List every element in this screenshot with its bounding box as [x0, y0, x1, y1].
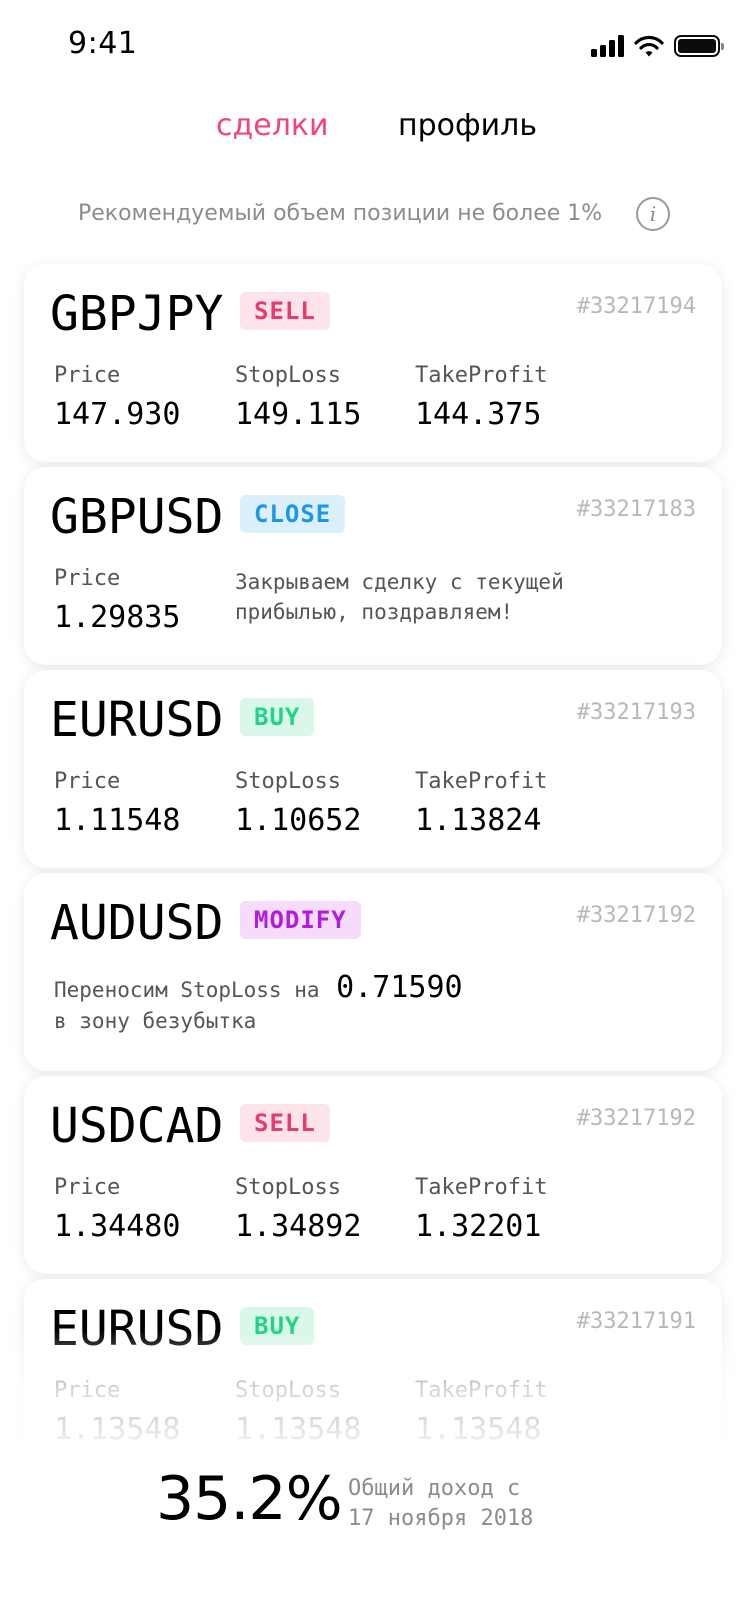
position-size-hint: Рекомендуемый объем позиции не более 1% …: [0, 197, 750, 237]
takeprofit-label: TakeProfit: [415, 1378, 548, 1403]
stoploss-label: StopLoss: [235, 1175, 341, 1200]
action-badge: BUY: [240, 698, 315, 736]
deal-card[interactable]: EURUSD BUY #33217193 Price 1.11548 StopL…: [24, 670, 722, 868]
hint-text: Рекомендуемый объем позиции не более 1%: [78, 201, 603, 226]
takeprofit-column: TakeProfit 1.13548: [415, 1377, 547, 1449]
price-value: 1.34480: [54, 1209, 181, 1244]
deal-card[interactable]: USDCAD SELL #33217192 Price 1.34480 Stop…: [24, 1076, 722, 1274]
currency-pair: GBPJPY: [50, 286, 224, 342]
deal-message: Закрываем сделку с текущей прибылью, поз…: [235, 567, 564, 627]
tab-profile[interactable]: профиль: [398, 108, 537, 143]
currency-pair: EURUSD: [50, 1301, 224, 1357]
takeprofit-label: TakeProfit: [415, 1175, 548, 1200]
takeprofit-label: TakeProfit: [415, 769, 548, 794]
action-badge: SELL: [240, 292, 330, 330]
status-bar: 9:41: [0, 0, 750, 90]
price-value: 147.930: [54, 397, 181, 432]
stoploss-column: StopLoss 1.34892: [235, 1174, 361, 1246]
status-time: 9:41: [68, 26, 138, 61]
price-column: Price 147.930: [54, 362, 180, 434]
order-id: #33217194: [576, 294, 696, 319]
total-income-caption-line: Общий доход с: [348, 1476, 521, 1501]
modify-message-line: в зону безубытка: [54, 1009, 257, 1033]
currency-pair: EURUSD: [50, 692, 224, 748]
tab-bar: сделки профиль: [0, 108, 750, 152]
stoploss-label: StopLoss: [235, 1378, 341, 1403]
currency-pair: GBPUSD: [50, 489, 224, 545]
deal-card[interactable]: GBPUSD CLOSE #33217183 Price 1.29835 Зак…: [24, 467, 722, 665]
action-badge: SELL: [240, 1104, 330, 1142]
price-value: 1.29835: [54, 600, 181, 635]
total-income-value: 35.2%: [156, 1464, 343, 1534]
tab-deals[interactable]: сделки: [216, 108, 329, 143]
deal-card[interactable]: GBPJPY SELL #33217194 Price 147.930 Stop…: [24, 264, 722, 462]
modify-message: Переносим StopLoss на 0.71590: [54, 973, 463, 1005]
stoploss-value: 1.10652: [235, 803, 362, 838]
takeprofit-column: TakeProfit 144.375: [415, 362, 547, 434]
deal-card[interactable]: EURUSD BUY #33217191 Price 1.13548 StopL…: [24, 1279, 722, 1477]
total-income-footer: 35.2% Общий доход с 17 ноября 2018: [0, 1460, 750, 1624]
stoploss-value: 1.34892: [235, 1209, 362, 1244]
stoploss-value: 1.13548: [235, 1412, 362, 1447]
action-badge: MODIFY: [240, 901, 361, 939]
takeprofit-value: 1.13548: [415, 1412, 542, 1447]
stoploss-value: 149.115: [235, 397, 362, 432]
takeprofit-value: 1.13824: [415, 803, 542, 838]
status-icons: [591, 34, 724, 58]
deal-message-line: Закрываем сделку с текущей: [235, 570, 564, 594]
stoploss-column: StopLoss 149.115: [235, 362, 361, 434]
stoploss-column: StopLoss 1.10652: [235, 768, 361, 840]
info-icon[interactable]: i: [636, 197, 670, 231]
order-id: #33217191: [576, 1309, 696, 1334]
takeprofit-column: TakeProfit 1.13824: [415, 768, 547, 840]
order-id: #33217192: [576, 1106, 696, 1131]
takeprofit-column: TakeProfit 1.32201: [415, 1174, 547, 1246]
modify-message-text: Переносим StopLoss на: [54, 978, 320, 1002]
stoploss-label: StopLoss: [235, 769, 341, 794]
wifi-icon: [634, 35, 664, 57]
takeprofit-value: 1.32201: [415, 1209, 542, 1244]
action-badge: CLOSE: [240, 495, 346, 533]
price-label: Price: [54, 363, 121, 388]
price-label: Price: [54, 1175, 121, 1200]
price-label: Price: [54, 1378, 121, 1403]
action-badge: BUY: [240, 1307, 315, 1345]
order-id: #33217192: [576, 903, 696, 928]
price-label: Price: [54, 566, 121, 591]
stoploss-column: StopLoss 1.13548: [235, 1377, 361, 1449]
stoploss-label: StopLoss: [235, 363, 341, 388]
deal-card[interactable]: AUDUSD MODIFY #33217192 Переносим StopLo…: [24, 873, 722, 1071]
price-column: Price 1.11548: [54, 768, 180, 840]
price-value: 1.13548: [54, 1412, 181, 1447]
currency-pair: AUDUSD: [50, 895, 224, 951]
currency-pair: USDCAD: [50, 1098, 224, 1154]
total-income-caption-line: 17 ноября 2018: [348, 1506, 534, 1531]
total-income-caption: Общий доход с 17 ноября 2018: [348, 1474, 533, 1534]
price-column: Price 1.13548: [54, 1377, 180, 1449]
price-column: Price 1.34480: [54, 1174, 180, 1246]
order-id: #33217193: [576, 700, 696, 725]
price-value: 1.11548: [54, 803, 181, 838]
cellular-signal-icon: [591, 35, 624, 57]
takeprofit-label: TakeProfit: [415, 363, 548, 388]
modify-stoploss-value: 0.71590: [336, 970, 463, 1005]
deal-message-line: прибылью, поздравляем!: [235, 600, 514, 624]
order-id: #33217183: [576, 497, 696, 522]
price-column: Price 1.29835: [54, 565, 180, 637]
takeprofit-value: 144.375: [415, 397, 542, 432]
price-label: Price: [54, 769, 121, 794]
battery-icon: [674, 35, 724, 57]
